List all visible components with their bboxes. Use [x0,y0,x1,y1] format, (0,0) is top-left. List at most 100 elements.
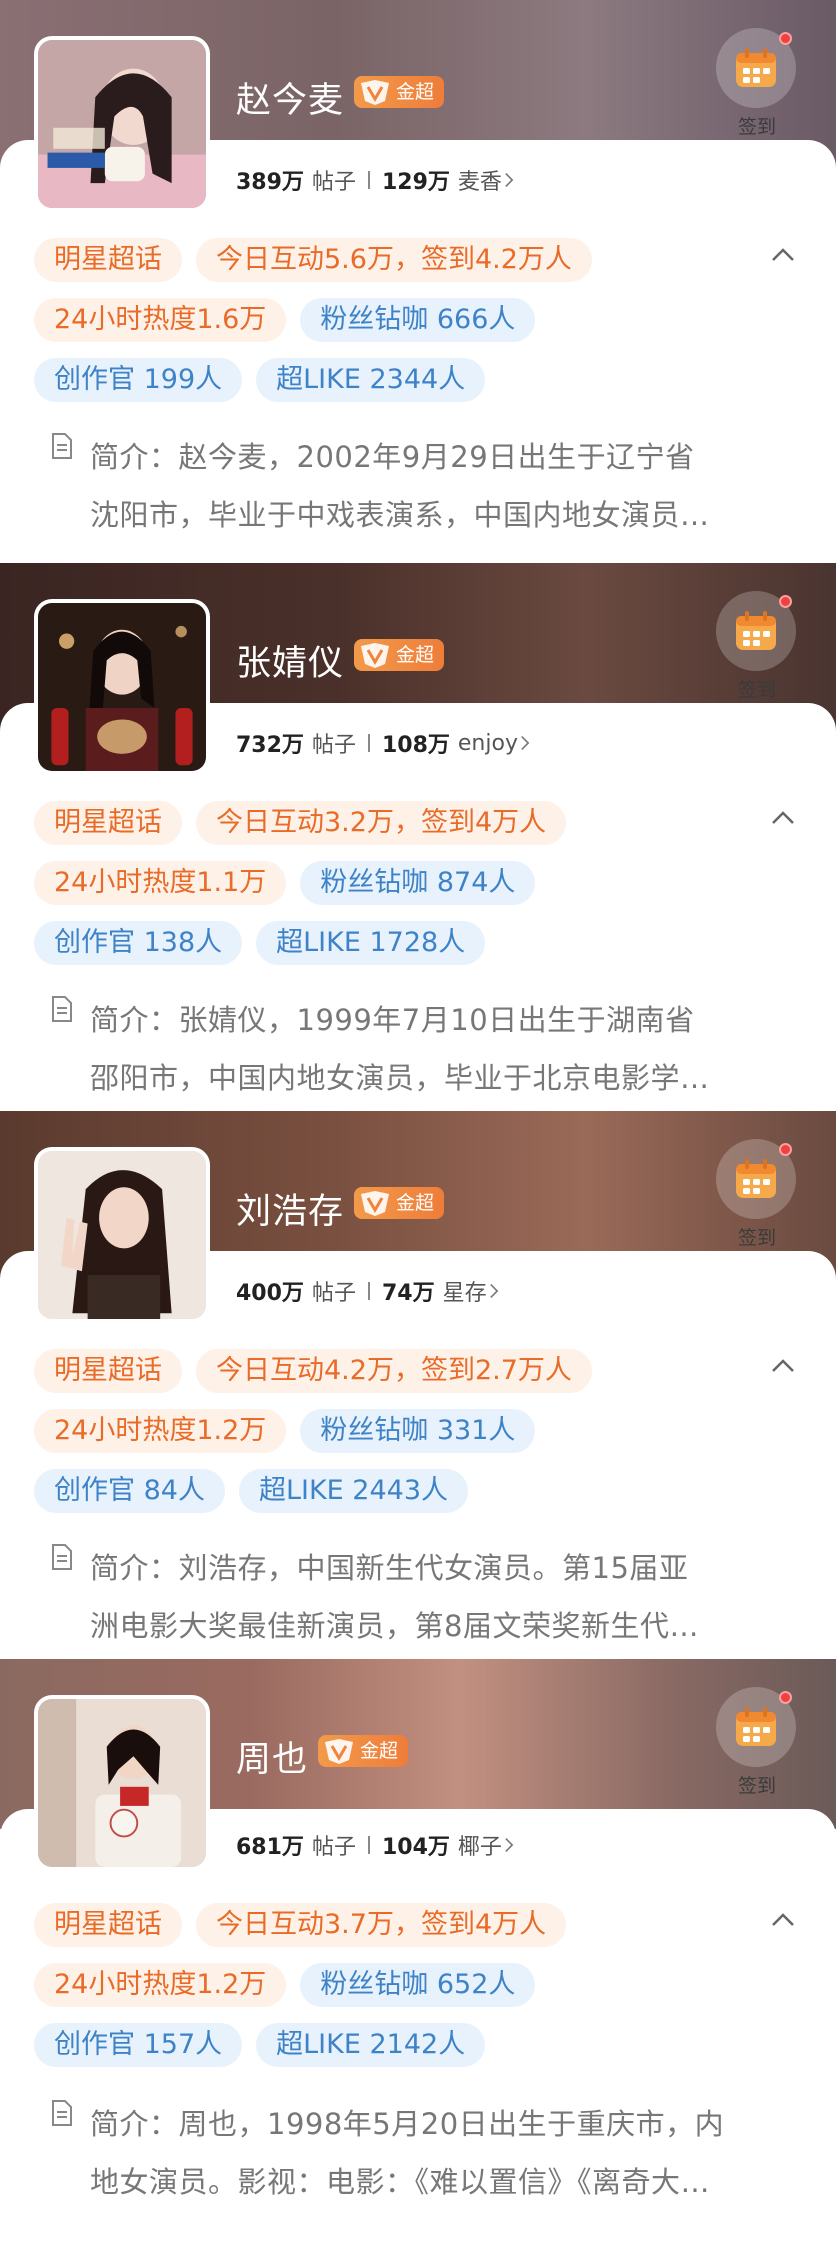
avatar-image [38,603,206,771]
badge-label: 金超 [360,1740,399,1762]
tag-heat[interactable]: 24小时热度1.2万 [34,1409,287,1453]
chevron-up-icon[interactable] [768,803,798,833]
divider [367,1282,370,1300]
intro-line: 简介：刘浩存，中国新生代女演员。第15届亚 [90,1551,689,1585]
tag-daily-activity[interactable]: 今日互动3.7万，签到4万人 [196,1903,567,1947]
badge-label: 金超 [396,81,435,103]
gold-super-badge: 金超 [354,639,445,671]
calendar-icon [736,611,776,650]
tag-daily-activity[interactable]: 今日互动3.2万，签到4万人 [196,801,567,845]
posts-label: 帖子 [311,170,356,195]
calendar-icon [736,1159,776,1198]
chevron-up-icon[interactable] [768,240,798,270]
avatar-image [38,1151,206,1319]
tag-diamond-fans[interactable]: 粉丝钻咖 666人 [300,298,536,342]
tag-heat[interactable]: 24小时热度1.6万 [34,298,287,342]
tag-creators[interactable]: 创作官 84人 [34,1469,225,1513]
tag-super-like[interactable]: 超LIKE 2344人 [256,358,486,402]
intro-line: 简介：周也，1998年5月20日出生于重庆市，内 [90,2107,725,2141]
chevron-right-icon [521,736,530,750]
tag-super-like[interactable]: 超LIKE 2142人 [256,2023,486,2067]
badge-label: 金超 [396,1192,435,1214]
intro[interactable]: 简介：刘浩存，中国新生代女演员。第15届亚 洲电影大奖最佳新演员，第8届文荣奖新… [50,1539,790,1655]
fans-count: 104万 [381,1835,450,1860]
tag-heat[interactable]: 24小时热度1.2万 [34,1963,287,2007]
tag-creators[interactable]: 创作官 157人 [34,2023,243,2067]
avatar[interactable] [34,1147,210,1323]
supertopic-card[interactable]: 刘浩存 金超 签到 400万 帖子 74万 星存 明星超话 今日互动4.2万，签… [0,1111,836,1659]
topic-stats[interactable]: 389万 帖子 129万 麦香 [236,164,514,196]
avatar-image [38,40,206,208]
tag-creators[interactable]: 创作官 138人 [34,921,243,965]
card-body: 681万 帖子 104万 椰子 明星超话 今日互动3.7万，签到4万人 24小时… [0,1809,836,2252]
intro-line: 简介：赵今麦，2002年9月29日出生于辽宁省 [90,440,695,474]
supertopic-card[interactable]: 赵今麦 金超 签到 389万 帖子 129万 麦香 明星超话 今日互动5.6万，… [0,0,836,563]
level-badge-icon [361,1191,389,1216]
chevron-right-icon [505,173,514,187]
tag-category[interactable]: 明星超话 [34,1903,182,1947]
avatar[interactable] [34,36,210,212]
tag-list: 明星超话 今日互动3.2万，签到4万人 24小时热度1.1万 粉丝钻咖 874人… [34,801,774,981]
fans-label: 麦香 [457,170,502,195]
checkin-button[interactable]: 签到 [716,1139,798,1250]
divider [367,734,370,752]
tag-list: 明星超话 今日互动3.7万，签到4万人 24小时热度1.2万 粉丝钻咖 652人… [34,1903,774,2083]
checkin-label: 签到 [737,116,776,138]
topic-stats[interactable]: 681万 帖子 104万 椰子 [236,1829,514,1861]
document-icon [52,1544,72,1570]
checkin-button[interactable]: 签到 [716,591,798,702]
intro[interactable]: 简介：赵今麦，2002年9月29日出生于辽宁省 沈阳市，毕业于中戏表演系，中国内… [50,428,790,544]
level-badge-icon [361,643,389,668]
tag-daily-activity[interactable]: 今日互动5.6万，签到4.2万人 [196,238,592,282]
tag-super-like[interactable]: 超LIKE 1728人 [256,921,486,965]
tag-category[interactable]: 明星超话 [34,238,182,282]
fans-label: enjoy [457,730,518,756]
intro-line: 地女演员。影视：电影：《难以置信》《离奇大… [90,2165,711,2199]
fans-label: 椰子 [457,1835,502,1860]
fans-count: 74万 [381,1281,435,1306]
document-icon [52,2100,72,2126]
gold-super-badge: 金超 [318,1735,409,1767]
fans-count: 129万 [381,170,450,195]
tag-diamond-fans[interactable]: 粉丝钻咖 874人 [300,861,536,905]
intro[interactable]: 简介：张婧仪，1999年7月10日出生于湖南省 邵阳市，中国内地女演员，毕业于北… [50,991,790,1107]
supertopic-card[interactable]: 周也 金超 签到 681万 帖子 104万 椰子 明星超话 今日互动3.7万，签… [0,1659,836,2252]
intro[interactable]: 简介：周也，1998年5月20日出生于重庆市，内 地女演员。影视：电影：《难以置… [50,2095,790,2211]
fans-count: 108万 [381,733,450,758]
notification-dot [779,32,792,45]
avatar[interactable] [34,1695,210,1871]
checkin-label: 签到 [737,1227,776,1249]
checkin-button[interactable]: 签到 [716,1687,798,1798]
tag-super-like[interactable]: 超LIKE 2443人 [238,1469,469,1513]
chevron-up-icon[interactable] [768,1351,798,1381]
chevron-right-icon [489,1284,498,1298]
tag-category[interactable]: 明星超话 [34,801,182,845]
intro-line: 沈阳市，毕业于中戏表演系，中国内地女演员… [90,498,710,532]
checkin-label: 签到 [737,1775,776,1797]
tag-daily-activity[interactable]: 今日互动4.2万，签到2.7万人 [196,1349,592,1393]
chevron-right-icon [505,1838,514,1852]
avatar[interactable] [34,599,210,775]
checkin-button[interactable]: 签到 [716,28,798,139]
tag-diamond-fans[interactable]: 粉丝钻咖 652人 [300,1963,536,2007]
topic-name[interactable]: 赵今麦 [236,72,344,123]
topic-name[interactable]: 张婧仪 [236,635,344,686]
tag-heat[interactable]: 24小时热度1.1万 [34,861,287,905]
tag-diamond-fans[interactable]: 粉丝钻咖 331人 [300,1409,536,1453]
topic-name[interactable]: 周也 [236,1731,308,1782]
topic-stats[interactable]: 732万 帖子 108万 enjoy [236,727,530,759]
level-badge-icon [361,80,389,105]
document-icon [52,996,72,1022]
gold-super-badge: 金超 [354,1187,445,1219]
posts-count: 732万 [236,733,304,758]
intro-line: 简介：张婧仪，1999年7月10日出生于湖南省 [90,1003,695,1037]
tag-category[interactable]: 明星超话 [34,1349,182,1393]
supertopic-card[interactable]: 张婧仪 金超 签到 732万 帖子 108万 enjoy 明星超话 今日互动3.… [0,563,836,1111]
chevron-up-icon[interactable] [768,1905,798,1935]
topic-stats[interactable]: 400万 帖子 74万 星存 [236,1275,499,1307]
notification-dot [779,1143,792,1156]
topic-name[interactable]: 刘浩存 [236,1183,344,1234]
divider [367,171,370,189]
level-badge-icon [325,1739,353,1764]
tag-creators[interactable]: 创作官 199人 [34,358,243,402]
